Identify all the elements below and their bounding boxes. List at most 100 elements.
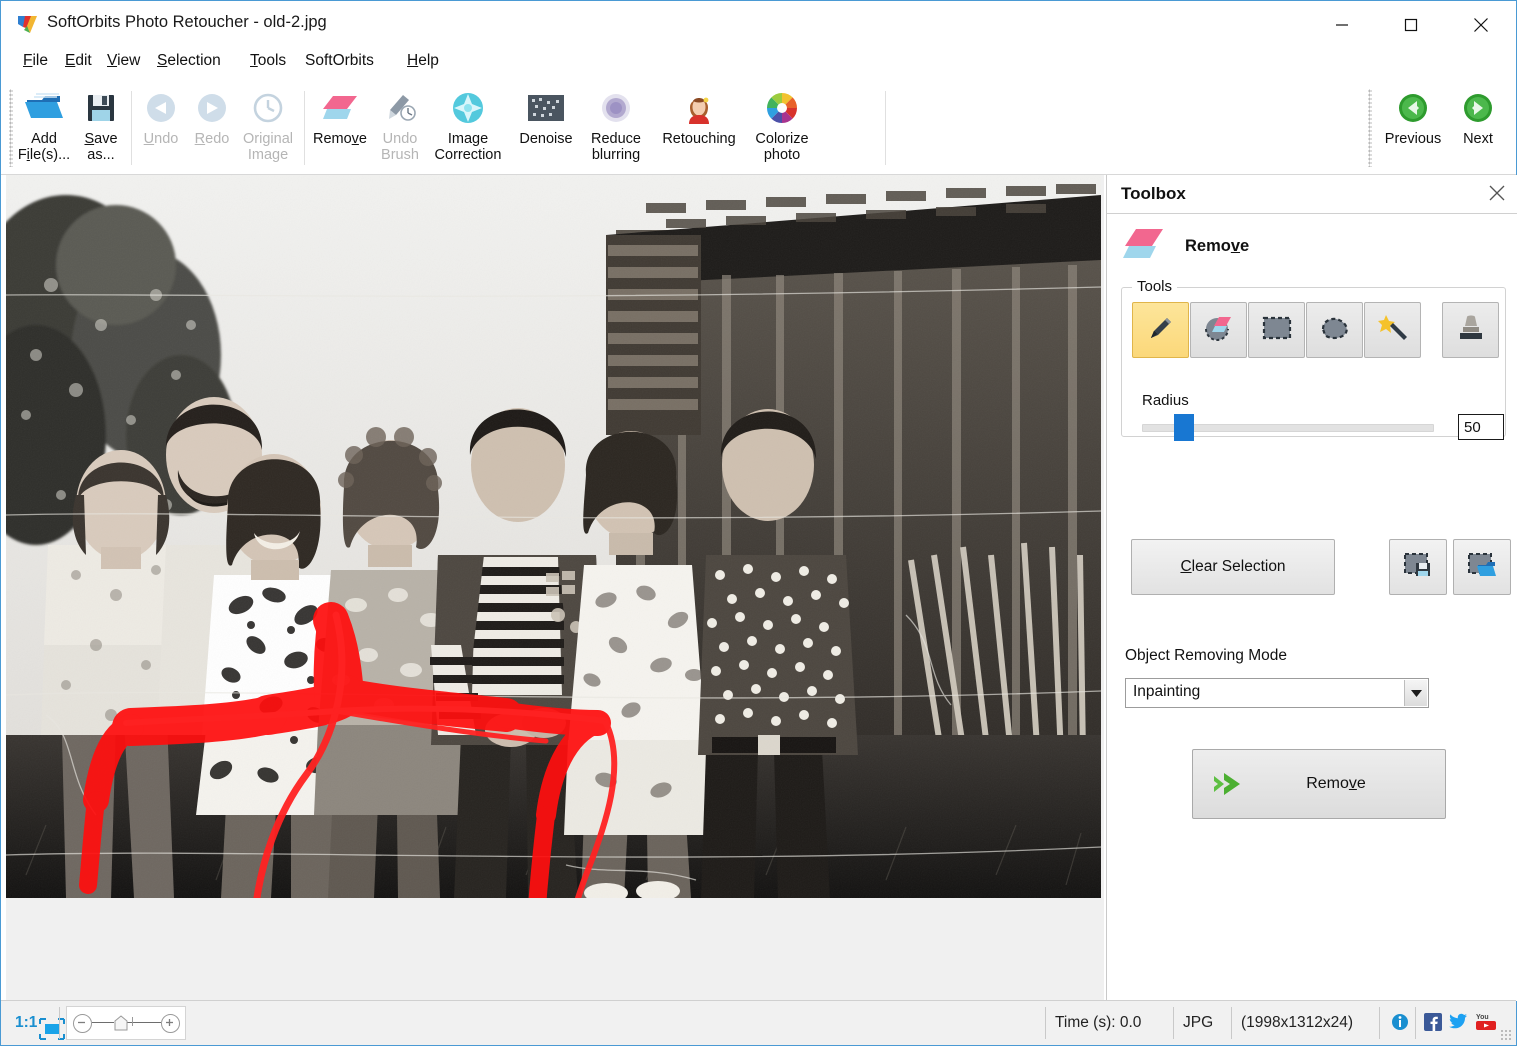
load-selection-icon xyxy=(1467,551,1497,584)
eraser-icon xyxy=(1121,225,1167,268)
pencil-icon xyxy=(1146,313,1176,348)
toolbar-next-button[interactable]: Next xyxy=(1448,85,1508,147)
menu-edit[interactable]: Edit xyxy=(61,49,96,73)
zoom-ratio-button[interactable]: 1:1 xyxy=(15,1006,37,1040)
title-bar: SoftOrbits Photo Retoucher - old-2.jpg xyxy=(1,1,1516,48)
open-folder-icon xyxy=(15,85,73,131)
toolbox-title: Toolbox xyxy=(1121,184,1186,204)
tool-rectangle-select-button[interactable] xyxy=(1248,302,1305,358)
toolbar-add-files-button[interactable]: AddFile(s)... xyxy=(15,85,73,163)
facebook-icon[interactable] xyxy=(1424,1013,1442,1036)
menu-softorbits[interactable]: SoftOrbits xyxy=(301,49,378,73)
photo-image[interactable] xyxy=(6,175,1101,898)
toolbar-retouching-button[interactable]: Retouching xyxy=(653,85,745,147)
brush-clock-icon xyxy=(373,85,427,131)
undo-arrow-icon xyxy=(135,85,187,131)
chevron-down-icon[interactable] xyxy=(1404,680,1427,706)
status-bar: 1:1 xyxy=(1,1000,1516,1045)
app-logo-icon xyxy=(17,14,38,35)
toolbox-header: Toolbox xyxy=(1107,175,1517,214)
toolbar-remove-button[interactable]: Remove xyxy=(307,85,373,147)
application-window: SoftOrbits Photo Retoucher - old-2.jpg F… xyxy=(0,0,1517,1046)
toolbar-grip[interactable] xyxy=(9,89,13,167)
lasso-icon xyxy=(1319,315,1351,346)
save-selection-icon xyxy=(1403,551,1433,584)
toolbar-image-correction-button[interactable]: ImageCorrection xyxy=(429,85,507,163)
processing-time-label: Time (s): 0.0 xyxy=(1055,1006,1141,1040)
radius-value-input[interactable]: 50 xyxy=(1458,414,1504,440)
zoom-slider-handle[interactable] xyxy=(114,1015,128,1036)
youtube-icon[interactable]: You xyxy=(1475,1011,1497,1036)
menu-file[interactable]: File xyxy=(19,49,52,73)
tool-pencil-button[interactable] xyxy=(1132,302,1189,358)
toolbar-denoise-button[interactable]: Denoise xyxy=(509,85,583,147)
eraser-icon xyxy=(307,85,373,131)
menu-view[interactable]: View xyxy=(103,49,144,73)
floppy-disk-icon xyxy=(75,85,127,131)
tools-group-label: Tools xyxy=(1132,278,1177,295)
fit-to-window-icon[interactable] xyxy=(39,1012,65,1046)
remove-action-button[interactable]: Remove xyxy=(1192,749,1446,819)
toolbar-previous-button[interactable]: Previous xyxy=(1382,85,1444,147)
svg-text:You: You xyxy=(1476,1014,1489,1021)
zoom-out-icon[interactable] xyxy=(73,1014,92,1033)
object-removing-mode-value: Inpainting xyxy=(1133,683,1200,701)
noise-grid-icon xyxy=(509,85,583,131)
image-canvas-area[interactable] xyxy=(6,175,1104,1001)
magic-wand-icon xyxy=(1377,313,1409,348)
zoom-in-icon[interactable] xyxy=(161,1014,180,1033)
object-removing-mode-label: Object Removing Mode xyxy=(1125,647,1287,665)
close-button[interactable] xyxy=(1458,9,1504,41)
remove-action-label: Remove xyxy=(1253,775,1419,793)
menu-help[interactable]: Help xyxy=(403,49,443,73)
toolbox-panel: Toolbox Remove Tools xyxy=(1106,175,1517,1001)
info-icon[interactable] xyxy=(1391,1013,1409,1036)
tool-clone-stamp-button[interactable] xyxy=(1442,302,1499,358)
save-selection-button[interactable] xyxy=(1389,539,1447,595)
sparkle-burst-icon xyxy=(429,85,507,131)
toolbar-original-image-button[interactable]: OriginalImage xyxy=(235,85,301,163)
toolbar-reduce-blurring-button[interactable]: Reduceblurring xyxy=(581,85,651,163)
minimize-button[interactable] xyxy=(1319,9,1365,41)
menu-selection[interactable]: Selection xyxy=(153,49,225,73)
toolbar-undo-button[interactable]: Undo xyxy=(135,85,187,147)
menu-tools[interactable]: Tools xyxy=(246,49,290,73)
object-removing-mode-select[interactable]: Inpainting xyxy=(1125,678,1429,708)
redo-arrow-icon xyxy=(187,85,237,131)
toolbar-colorize-photo-button[interactable]: Colorizephoto xyxy=(745,85,819,163)
tools-group: Tools xyxy=(1121,287,1506,437)
radius-label: Radius xyxy=(1142,392,1189,409)
toolbar-undo-brush-button[interactable]: UndoBrush xyxy=(373,85,427,163)
toolbox-close-icon[interactable] xyxy=(1488,184,1508,204)
maximize-button[interactable] xyxy=(1388,9,1434,41)
tool-eraser-button[interactable] xyxy=(1190,302,1247,358)
window-title: SoftOrbits Photo Retoucher - old-2.jpg xyxy=(47,13,327,32)
rectangle-marquee-icon xyxy=(1261,315,1293,346)
eraser-brush-icon xyxy=(1203,313,1235,348)
color-wheel-icon xyxy=(745,85,819,131)
portrait-woman-icon xyxy=(653,85,745,131)
green-right-arrow-icon xyxy=(1448,85,1508,131)
clock-history-icon xyxy=(235,85,301,131)
zoom-slider-panel[interactable] xyxy=(66,1006,186,1040)
twitter-icon[interactable] xyxy=(1448,1013,1468,1036)
radius-slider-handle[interactable] xyxy=(1174,414,1194,441)
toolbar-redo-button[interactable]: Redo xyxy=(187,85,237,147)
resize-grip[interactable] xyxy=(1500,1029,1513,1042)
toolbar-save-as-button[interactable]: Saveas... xyxy=(75,85,127,163)
file-format-label: JPG xyxy=(1183,1006,1213,1040)
stamp-icon xyxy=(1456,313,1486,348)
menu-bar: File Edit View Selection Tools SoftOrbit… xyxy=(1,49,1516,81)
load-selection-button[interactable] xyxy=(1453,539,1511,595)
toolbar-grip-right[interactable] xyxy=(1368,89,1372,167)
toolbox-section-label: Remove xyxy=(1185,237,1249,256)
tool-lasso-select-button[interactable] xyxy=(1306,302,1363,358)
image-dimensions-label: (1998x1312x24) xyxy=(1241,1006,1353,1040)
toolbox-section-header: Remove xyxy=(1121,225,1249,268)
clear-selection-label: Clear Selection xyxy=(1180,558,1285,576)
clear-selection-button[interactable]: Clear Selection xyxy=(1131,539,1335,595)
blur-circle-icon xyxy=(581,85,651,131)
green-left-arrow-icon xyxy=(1382,85,1444,131)
green-double-arrow-icon xyxy=(1209,769,1253,799)
tool-magic-wand-button[interactable] xyxy=(1364,302,1421,358)
